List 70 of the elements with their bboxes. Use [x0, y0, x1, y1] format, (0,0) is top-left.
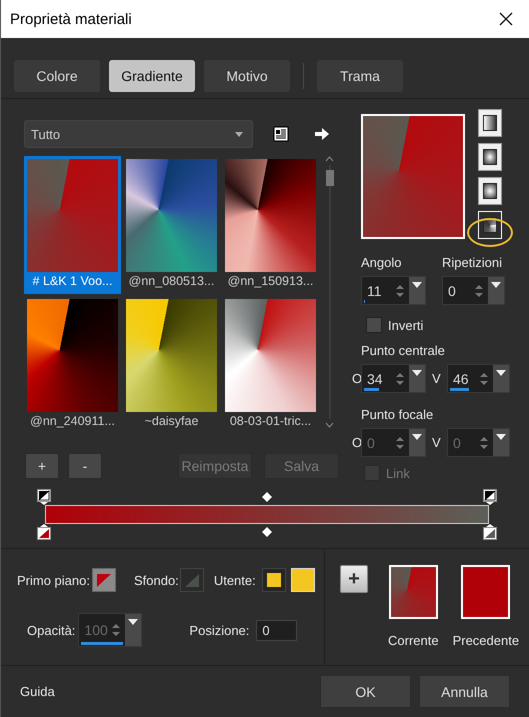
swatch-label: Corrente [388, 633, 439, 648]
gradient-name: 08-03-01-tric... [228, 413, 312, 430]
axis-label: O [352, 435, 361, 450]
checkbox-label: Inverti [388, 318, 424, 332]
section-label: Punto focale [361, 407, 434, 422]
axis-label: O [352, 371, 361, 386]
gradient-item[interactable]: @nn_150913... [222, 156, 319, 294]
swatch-label: Precedente [452, 633, 520, 648]
user-swatch[interactable] [262, 568, 286, 592]
position-field[interactable]: 0 [256, 620, 298, 640]
list-button[interactable]: - [68, 452, 102, 478]
background-swatch[interactable] [180, 568, 204, 592]
caret-icon [235, 132, 243, 136]
scroll-down-icon[interactable] [325, 422, 334, 428]
swatch-label: Sfondo: [134, 572, 179, 588]
gradient-style-button[interactable] [478, 143, 502, 171]
field-label: Angolo [361, 255, 402, 270]
checkbox[interactable] [366, 317, 382, 333]
axis-label: V [432, 371, 441, 386]
color-stop-icon[interactable] [37, 524, 51, 540]
rectangular-gradient-icon [483, 149, 497, 165]
list-button[interactable]: + [25, 452, 59, 478]
list-view-icon[interactable] [273, 126, 289, 142]
gradient-name: # L&K 1 Voo... [32, 273, 114, 290]
gradient-name: @nn_240911... [29, 413, 116, 430]
arrow-right-icon[interactable] [315, 128, 329, 140]
gradient-name: @nn_150913... [226, 273, 314, 290]
close-icon [499, 12, 513, 26]
help-link[interactable]: Guida [20, 684, 312, 699]
midpoint-icon[interactable] [262, 527, 272, 537]
axis-label: V [432, 435, 441, 450]
gradient-name: ~daisyfae [144, 413, 200, 430]
dialog-button[interactable]: Annulla [419, 675, 510, 708]
section-label: Punto centrale [361, 343, 445, 358]
field-label: Opacità: [27, 622, 76, 638]
swatch-label: Primo piano: [17, 572, 90, 588]
gradient-name: @nn_080513... [128, 273, 216, 290]
opacity-stop-icon[interactable] [37, 489, 51, 505]
scroll-up-icon[interactable] [325, 156, 334, 162]
foreground-swatch[interactable] [92, 568, 116, 592]
user-color-swatch[interactable] [290, 568, 315, 592]
gradient-item[interactable]: @nn_080513... [123, 156, 220, 294]
field-label: Ripetizioni [442, 255, 503, 270]
scroll-thumb[interactable] [326, 170, 334, 186]
tab[interactable]: Gradiente [109, 60, 195, 92]
dialog-button[interactable]: OK [320, 675, 411, 708]
checkbox-label: Link [386, 466, 410, 480]
tab[interactable]: Motivo [204, 60, 290, 92]
radial-gradient-icon [483, 217, 497, 233]
add-button[interactable]: + [340, 565, 368, 593]
window-title: Proprietà materiali [10, 10, 133, 28]
current-swatch [388, 565, 438, 619]
category-dropdown[interactable]: Tutto [24, 120, 253, 148]
opacity-stop-icon[interactable] [483, 489, 497, 505]
tab[interactable]: Trama [317, 60, 403, 92]
gradient-style-button[interactable] [478, 109, 502, 137]
sunburst-gradient-icon [483, 183, 497, 199]
gradient-preview[interactable] [361, 114, 465, 239]
gradient-item[interactable]: ~daisyfae [123, 296, 220, 434]
gradient-item[interactable]: @nn_240911... [24, 296, 121, 434]
gradient-item[interactable]: # L&K 1 Voo... [24, 156, 121, 294]
gradient-style-button[interactable] [478, 177, 502, 205]
gradient-item[interactable]: 08-03-01-tric... [222, 296, 319, 434]
linear-gradient-icon [483, 115, 497, 131]
scrollbar[interactable] [324, 156, 335, 428]
color-stop-icon[interactable] [483, 524, 497, 540]
swatch-label: Utente: [214, 572, 256, 588]
tab[interactable]: Colore [14, 60, 100, 92]
field-label: Posizione: [189, 622, 250, 638]
midpoint-icon[interactable] [262, 492, 272, 502]
